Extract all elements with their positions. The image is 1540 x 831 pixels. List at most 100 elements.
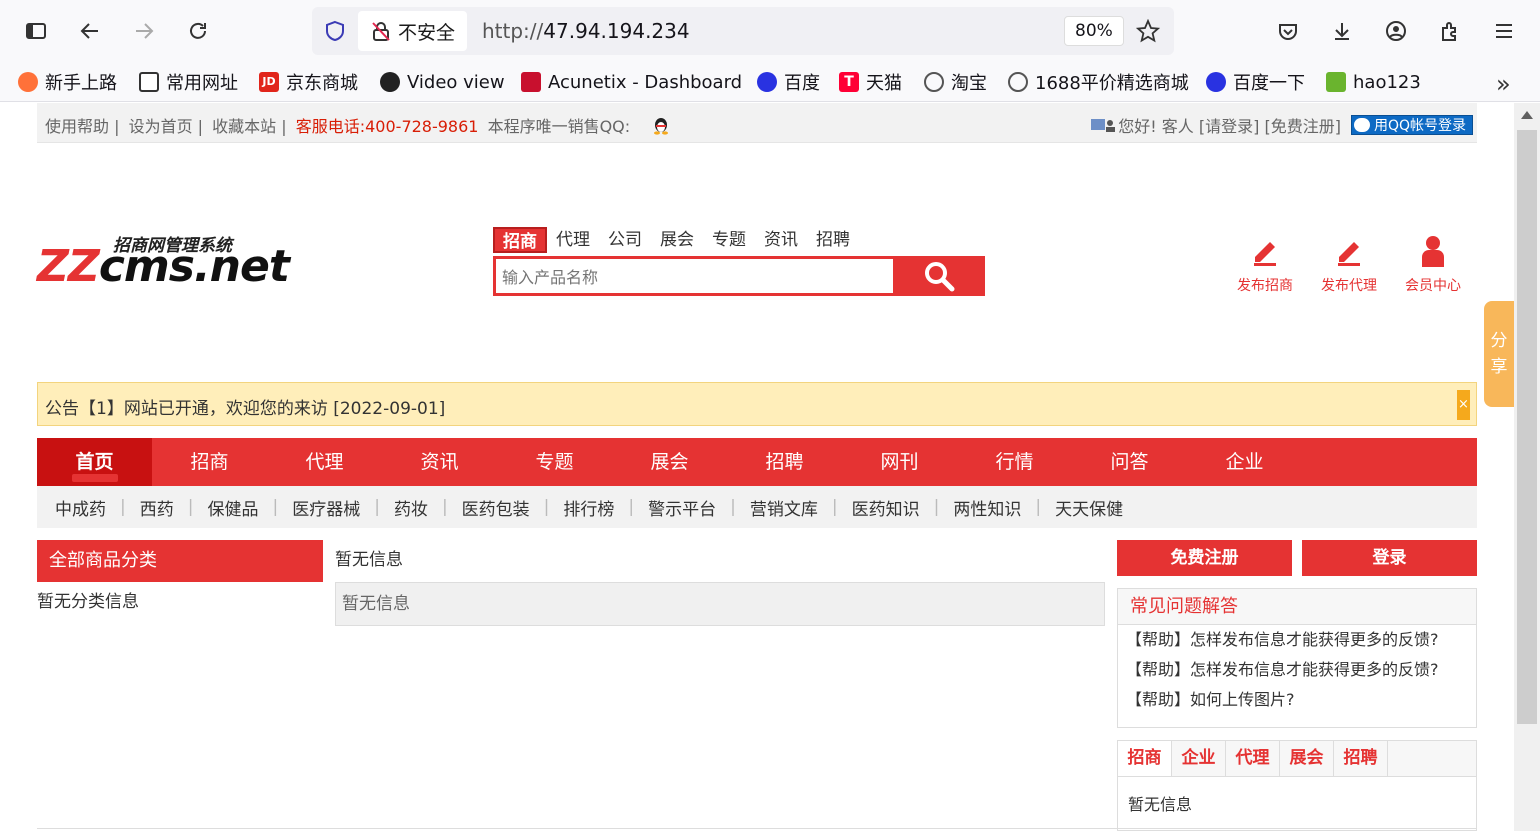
bookmark-item[interactable]: 百度: [757, 69, 820, 95]
bookmark-item[interactable]: 新手上路: [18, 69, 117, 95]
qq-login-button[interactable]: 用QQ帐号登录: [1350, 115, 1473, 135]
zoom-level[interactable]: 80%: [1064, 16, 1124, 46]
subnav-item[interactable]: 医药知识: [840, 495, 932, 520]
pocket-icon[interactable]: [1271, 14, 1305, 48]
subnav-item[interactable]: 警示平台: [636, 495, 728, 520]
subnav-separator: |: [543, 497, 550, 517]
nav-daili[interactable]: 代理: [267, 438, 382, 486]
subnav-item[interactable]: 医疗器械: [280, 495, 372, 520]
subnav-item[interactable]: 天天保健: [1043, 495, 1135, 520]
quick-link-label: 会员中心: [1405, 278, 1461, 294]
bookmark-item[interactable]: 百度一下: [1206, 69, 1305, 95]
register-button[interactable]: 免费注册: [1117, 540, 1292, 576]
announcement-text[interactable]: 公告【1】网站已开通，欢迎您的来访 [2022-09-01]: [45, 394, 445, 419]
bookmark-item[interactable]: hao123: [1326, 69, 1421, 95]
search-input[interactable]: [502, 263, 882, 291]
subnav-item[interactable]: 排行榜: [551, 495, 626, 520]
post-zhaoshang-link[interactable]: 发布招商: [1230, 235, 1300, 295]
login-button[interactable]: 登录: [1302, 540, 1477, 576]
quick-link-label: 发布代理: [1321, 278, 1377, 294]
extensions-icon[interactable]: [1433, 14, 1467, 48]
nav-home[interactable]: 首页: [37, 438, 152, 486]
bookmark-item[interactable]: Video view: [380, 69, 505, 95]
qq-penguin-icon[interactable]: [653, 117, 669, 135]
share-button[interactable]: 分享: [1484, 301, 1514, 407]
nav-hangqing[interactable]: 行情: [957, 438, 1072, 486]
subnav-item[interactable]: 医药包装: [450, 495, 542, 520]
bookmark-item[interactable]: T 天猫: [839, 69, 902, 95]
bookmark-item[interactable]: 淘宝: [924, 69, 987, 95]
back-icon[interactable]: [73, 14, 107, 48]
search-tab-zhaoshang[interactable]: 招商: [493, 227, 547, 253]
search-tab-daili[interactable]: 代理: [547, 227, 599, 253]
help-link[interactable]: 使用帮助 |: [45, 117, 119, 136]
subnav-item[interactable]: 西药: [128, 495, 186, 520]
account-icon[interactable]: [1379, 14, 1413, 48]
tab-zhanhui[interactable]: 展会: [1280, 741, 1334, 776]
vertical-scrollbar[interactable]: [1514, 103, 1540, 831]
insecure-indicator[interactable]: 不安全: [358, 11, 468, 51]
faq-panel: 常见问题解答 【帮助】怎样发布信息才能获得更多的反馈? 【帮助】怎样发布信息才能…: [1117, 588, 1477, 728]
top-utility-bar: 使用帮助 | 设为首页 | 收藏本站 | 客服电话:400-728-9861 本…: [37, 103, 1477, 143]
nav-wangkan[interactable]: 网刊: [842, 438, 957, 486]
subnav-item[interactable]: 保健品: [195, 495, 270, 520]
post-daili-link[interactable]: 发布代理: [1314, 235, 1384, 295]
close-announcement-button[interactable]: ×: [1457, 390, 1470, 420]
faq-item[interactable]: 【帮助】如何上传图片?: [1118, 685, 1476, 715]
search-tab-zhanhui[interactable]: 展会: [651, 227, 703, 253]
forward-icon[interactable]: [127, 14, 161, 48]
menu-icon[interactable]: [1487, 14, 1521, 48]
search-button[interactable]: [893, 256, 985, 296]
bookmark-item[interactable]: 1688平价精选商城: [1008, 69, 1189, 95]
nav-zixun[interactable]: 资讯: [382, 438, 497, 486]
search-tab-zhaopin[interactable]: 招聘: [807, 227, 859, 253]
scrollbar-thumb[interactable]: [1517, 130, 1537, 724]
search-tab-zhuanti[interactable]: 专题: [703, 227, 755, 253]
tab-qiye[interactable]: 企业: [1172, 741, 1226, 776]
tab-zhaopin[interactable]: 招聘: [1334, 741, 1388, 776]
bookmark-label: Acunetix - Dashboard: [548, 71, 743, 93]
reload-icon[interactable]: [181, 14, 215, 48]
subnav-item[interactable]: 两性知识: [941, 495, 1033, 520]
globe-icon: [1008, 72, 1028, 92]
bookmark-item[interactable]: Acunetix - Dashboard: [521, 69, 742, 95]
greeting-text[interactable]: 您好! 客人 [请登录] [免费注册]: [1118, 113, 1341, 137]
bookmark-star-icon[interactable]: [1136, 19, 1160, 43]
faq-item[interactable]: 【帮助】怎样发布信息才能获得更多的反馈?: [1118, 625, 1476, 655]
bookmark-site-link[interactable]: 收藏本站 |: [212, 117, 286, 136]
set-homepage-link[interactable]: 设为首页 |: [129, 117, 203, 136]
tab-zhaoshang[interactable]: 招商: [1118, 741, 1172, 776]
download-icon[interactable]: [1325, 14, 1359, 48]
faq-item[interactable]: 【帮助】怎样发布信息才能获得更多的反馈?: [1118, 655, 1476, 685]
subnav-item[interactable]: 营销文库: [738, 495, 830, 520]
bookmark-label: 1688平价精选商城: [1035, 73, 1189, 94]
nav-zhuanti[interactable]: 专题: [497, 438, 612, 486]
tab-daili[interactable]: 代理: [1226, 741, 1280, 776]
bookmark-folder[interactable]: 常用网址: [139, 69, 238, 95]
bookmark-item[interactable]: JD 京东商城: [259, 69, 358, 95]
share-label: 分享: [1490, 331, 1508, 377]
url-prefix: http://: [482, 19, 544, 43]
shield-icon[interactable]: [324, 20, 346, 42]
sub-nav: 中成药 | 西药 | 保健品 | 医疗器械 | 药妆 | 医药包装 | 排行榜 | 警示平台 |…: [37, 486, 1477, 528]
url-text[interactable]: http://47.94.194.234: [482, 19, 690, 43]
user-icon: [1422, 236, 1444, 267]
nav-qiye[interactable]: 企业: [1187, 438, 1302, 486]
nav-zhaoshang[interactable]: 招商: [152, 438, 267, 486]
nav-zhanhui[interactable]: 展会: [612, 438, 727, 486]
search-type-tabs: 招商 代理 公司 展会 专题 资讯 招聘: [493, 227, 859, 253]
member-center-link[interactable]: 会员中心: [1398, 235, 1468, 295]
subnav-item[interactable]: 中成药: [43, 495, 118, 520]
sidebar-toggle-icon[interactable]: [19, 14, 53, 48]
site-logo[interactable]: 招商网管理系统 ZZcms.net: [37, 231, 290, 292]
nav-wenda[interactable]: 问答: [1072, 438, 1187, 486]
category-header[interactable]: 全部商品分类: [37, 540, 323, 582]
nav-zhaopin[interactable]: 招聘: [727, 438, 842, 486]
search-tab-zixun[interactable]: 资讯: [755, 227, 807, 253]
scroll-up-icon[interactable]: [1521, 111, 1533, 119]
info-tabs-panel: 招商 企业 代理 展会 招聘 暂无信息: [1117, 740, 1477, 831]
subnav-item[interactable]: 药妆: [382, 495, 440, 520]
bookmarks-overflow-icon[interactable]: »: [1496, 70, 1511, 98]
address-bar[interactable]: 不安全 http://47.94.194.234 80%: [312, 7, 1174, 55]
search-tab-gongsi[interactable]: 公司: [599, 227, 651, 253]
